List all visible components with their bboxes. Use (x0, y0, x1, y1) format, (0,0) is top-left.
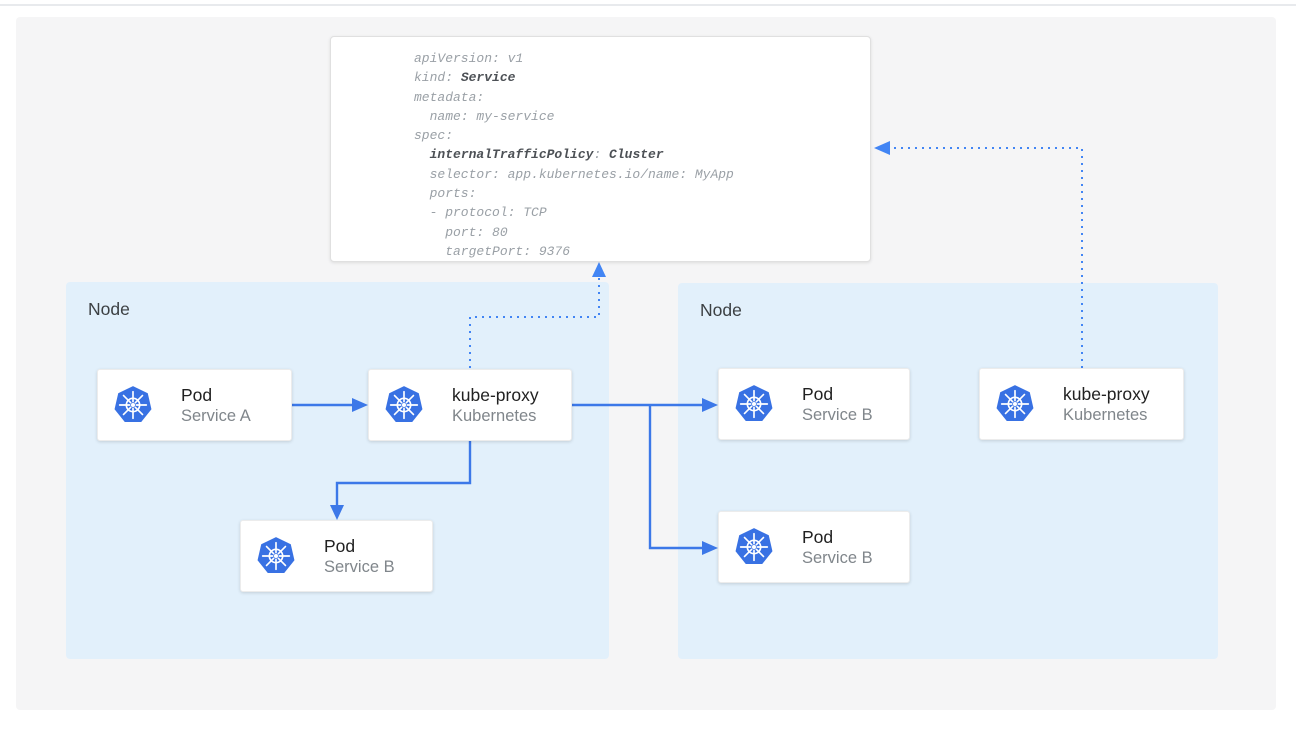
service-yaml-panel: apiVersion: v1kind: Servicemetadata: nam… (330, 36, 871, 262)
card-subtitle: Service B (324, 557, 395, 578)
card-subtitle: Service A (181, 406, 251, 427)
card-subtitle: Kubernetes (452, 406, 539, 427)
kubernetes-icon (113, 385, 153, 425)
card-title: Pod (181, 384, 251, 406)
card-pod-service-b-left: Pod Service B (240, 520, 433, 592)
card-kube-proxy-left: kube-proxy Kubernetes (368, 369, 572, 441)
kubernetes-icon (256, 536, 296, 576)
card-subtitle: Kubernetes (1063, 405, 1150, 426)
card-title: kube-proxy (1063, 383, 1150, 405)
card-pod-service-b-bottom-right: Pod Service B (718, 511, 910, 583)
top-divider (0, 4, 1296, 6)
node-left-label: Node (88, 299, 130, 320)
yaml-code: apiVersion: v1kind: Servicemetadata: nam… (414, 49, 862, 261)
node-left: Node (66, 282, 609, 659)
kubernetes-icon (734, 527, 774, 567)
kubernetes-icon (995, 384, 1035, 424)
card-pod-service-a: Pod Service A (97, 369, 292, 441)
card-title: Pod (802, 526, 873, 548)
card-pod-service-b-top-right: Pod Service B (718, 368, 910, 440)
node-right-label: Node (700, 300, 742, 321)
diagram-canvas: Node Node apiVersion: (16, 17, 1276, 710)
card-title: Pod (324, 535, 395, 557)
card-kube-proxy-right: kube-proxy Kubernetes (979, 368, 1184, 440)
node-right: Node (678, 283, 1218, 659)
card-subtitle: Service B (802, 548, 873, 569)
card-title: Pod (802, 383, 873, 405)
card-title: kube-proxy (452, 384, 539, 406)
kubernetes-icon (734, 384, 774, 424)
card-subtitle: Service B (802, 405, 873, 426)
kubernetes-icon (384, 385, 424, 425)
